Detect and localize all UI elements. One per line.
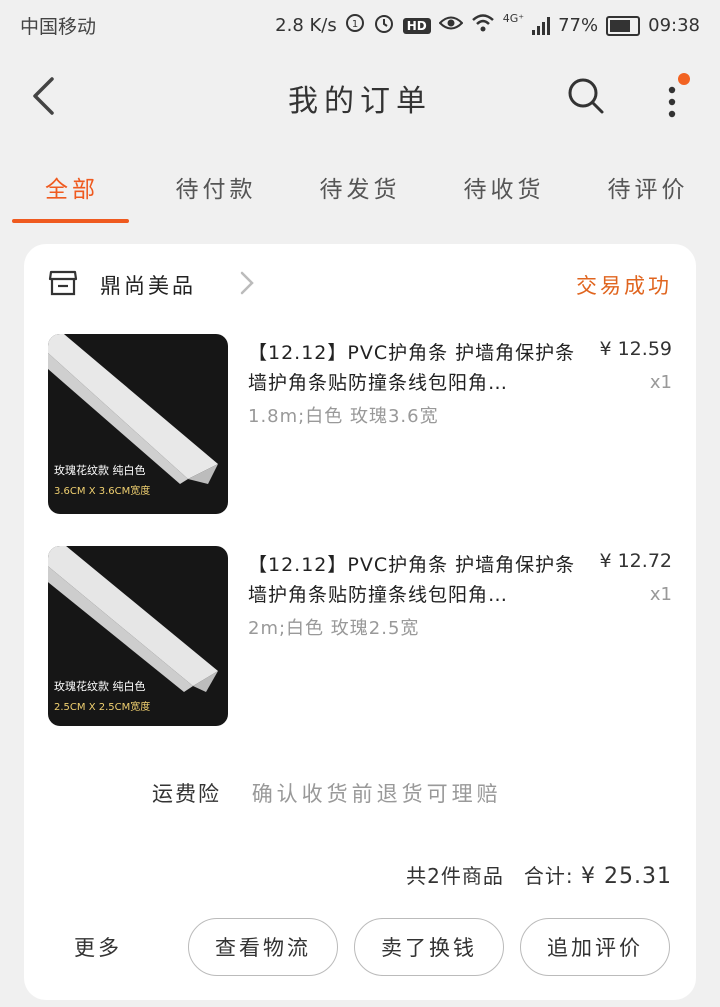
notification-dot (678, 73, 690, 85)
order-item[interactable]: 玫瑰花纹款 纯白色 2.5CM X 2.5CM宽度 【12.12】PVC护角条 … (48, 546, 672, 726)
shop-row[interactable]: 鼎尚美品 交易成功 (48, 266, 672, 306)
tab-pending-shipment[interactable]: 待发货 (288, 150, 432, 225)
more-options-button[interactable] (660, 72, 690, 122)
product-spec: 2m;白色 玫瑰2.5宽 (248, 618, 420, 639)
thumbnail-caption: 玫瑰花纹款 纯白色 (54, 464, 146, 477)
order-status: 交易成功 (576, 274, 672, 298)
hd-badge: HD (402, 17, 431, 34)
page-title: 我的订单 (288, 84, 432, 119)
network-type: 4G⁺ (502, 12, 525, 25)
svg-text:1: 1 (352, 19, 358, 30)
status-bar: 中国移动 2.8 K/s 1 HD 4G⁺ 77% 09:38 (0, 0, 720, 50)
thumbnail-size: 2.5CM X 2.5CM宽度 (54, 702, 151, 713)
more-actions-link[interactable]: 更多 (74, 932, 122, 962)
product-title[interactable]: 【12.12】PVC护角条 护墙角保护条墙护角条贴防撞条线包阳角… (248, 338, 588, 398)
product-title[interactable]: 【12.12】PVC护角条 护墙角保护条墙护角条贴防撞条线包阳角… (248, 550, 588, 610)
more-vertical-icon (668, 73, 690, 118)
tab-pending-review[interactable]: 待评价 (576, 150, 720, 225)
battery-percent: 77% (558, 15, 599, 36)
battery-icon (606, 15, 641, 36)
status-icons: 2.8 K/s 1 HD 4G⁺ 77% 09:38 (275, 12, 700, 39)
resell-button[interactable]: 卖了换钱 (354, 918, 504, 976)
total-label: 合计: (523, 864, 574, 888)
product-price: ¥ 12.72 (599, 550, 672, 572)
tab-pending-payment[interactable]: 待付款 (144, 150, 288, 225)
item-count: 共2件商品 (406, 864, 504, 888)
order-card: 鼎尚美品 交易成功 玫瑰花纹款 纯白色 3.6CM X 3.6CM宽度 【12.… (24, 244, 696, 1000)
view-logistics-button[interactable]: 查看物流 (188, 918, 338, 976)
signal-icon (532, 16, 551, 35)
order-tabs: 全部 待付款 待发货 待收货 待评价 (0, 150, 720, 225)
add-review-button[interactable]: 追加评价 (520, 918, 670, 976)
product-thumbnail[interactable]: 玫瑰花纹款 纯白色 2.5CM X 2.5CM宽度 (48, 546, 228, 726)
shop-name[interactable]: 鼎尚美品 (100, 270, 196, 300)
thumbnail-size: 3.6CM X 3.6CM宽度 (54, 486, 151, 497)
shipping-insurance-text: 确认收货前退货可理赔 (251, 782, 502, 806)
app-header: 我的订单 (0, 52, 720, 142)
total-amount: ¥ 25.31 (581, 864, 672, 889)
tab-pending-receipt[interactable]: 待收货 (432, 150, 576, 225)
network-speed: 2.8 K/s (275, 15, 337, 36)
chevron-right-icon (238, 268, 256, 298)
order-item[interactable]: 玫瑰花纹款 纯白色 3.6CM X 3.6CM宽度 【12.12】PVC护角条 … (48, 334, 672, 514)
tab-all[interactable]: 全部 (0, 150, 144, 225)
wifi-icon (471, 13, 495, 38)
order-total: 共2件商品 合计: ¥ 25.31 (406, 860, 672, 889)
shipping-insurance-row[interactable]: 运费险 确认收货前退货可理赔 (152, 778, 502, 808)
product-thumbnail[interactable]: 玫瑰花纹款 纯白色 3.6CM X 3.6CM宽度 (48, 334, 228, 514)
clock: 09:38 (648, 15, 700, 36)
thumbnail-caption: 玫瑰花纹款 纯白色 (54, 680, 146, 693)
search-icon (568, 78, 604, 114)
shipping-insurance-label: 运费险 (152, 782, 221, 806)
carrier-name: 中国移动 (20, 16, 97, 38)
product-price: ¥ 12.59 (599, 338, 672, 360)
search-button[interactable] (566, 76, 606, 116)
store-icon (48, 268, 78, 298)
product-quantity: x1 (649, 372, 672, 393)
alarm-icon (373, 12, 395, 39)
product-quantity: x1 (649, 584, 672, 605)
product-spec: 1.8m;白色 玫瑰3.6宽 (248, 406, 439, 427)
eye-icon (438, 14, 464, 37)
data-saver-icon: 1 (345, 13, 365, 38)
